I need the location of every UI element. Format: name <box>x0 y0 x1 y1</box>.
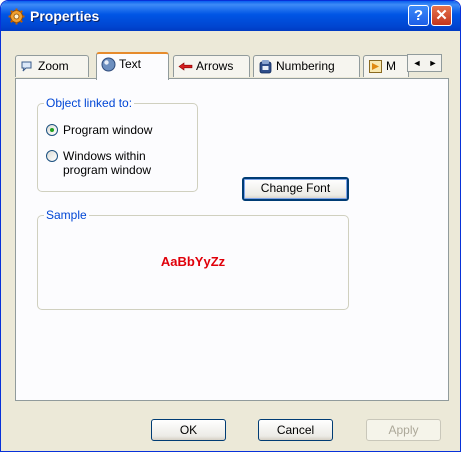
sample-preview-text: AaBbYyZz <box>160 254 226 269</box>
zoom-icon <box>21 61 32 72</box>
properties-dialog: Properties ? ✕ Zoom Text Arrows Numberin… <box>0 0 461 452</box>
tab-scroll-right-button[interactable]: ► <box>425 55 441 71</box>
tab-label-more: M <box>386 59 396 73</box>
tab-label-zoom: Zoom <box>38 59 69 73</box>
misc-icon <box>369 60 382 73</box>
close-button[interactable]: ✕ <box>431 5 452 26</box>
numbering-icon <box>259 60 272 74</box>
tab-text[interactable]: Text <box>96 52 169 80</box>
tab-zoom[interactable]: Zoom <box>15 55 89 77</box>
sample-legend: Sample <box>44 208 89 222</box>
tab-panel-text: Object linked to: Program window Windows… <box>15 78 449 401</box>
window-title: Properties <box>30 8 100 24</box>
tab-scroll-left-button[interactable]: ◄ <box>409 55 425 71</box>
tab-numbering[interactable]: Numbering <box>253 55 360 77</box>
help-button[interactable]: ? <box>408 5 429 26</box>
title-bar[interactable]: Properties ? ✕ <box>1 1 460 31</box>
tab-arrows[interactable]: Arrows <box>173 55 250 77</box>
tab-label-numbering: Numbering <box>276 59 335 73</box>
gear-icon <box>8 8 25 25</box>
text-icon <box>101 57 116 72</box>
radio-program-window-label: Program window <box>63 123 153 137</box>
cancel-button[interactable]: Cancel <box>258 419 333 441</box>
tab-scroll-arrows: ◄ ► <box>407 54 442 72</box>
ok-button[interactable]: OK <box>151 419 226 441</box>
sample-group: Sample AaBbYyZz <box>37 208 349 310</box>
tab-label-arrows[interactable]: Arrows <box>196 59 233 73</box>
object-linked-group: Object linked to: Program window Windows… <box>37 96 198 192</box>
object-linked-legend: Object linked to: <box>44 96 135 110</box>
radio-windows-within-label-line2: program window <box>63 163 152 177</box>
tab-label-text: Text <box>119 57 142 71</box>
arrow-icon <box>178 62 193 71</box>
tab-more[interactable]: M <box>363 55 409 77</box>
radio-windows-within-indicator[interactable] <box>46 150 58 162</box>
tab-strip: Zoom Text Arrows Numbering M <box>15 52 448 80</box>
apply-button[interactable]: Apply <box>366 419 441 441</box>
change-font-button[interactable]: Change Font <box>242 177 349 201</box>
radio-program-window-indicator[interactable] <box>46 124 58 136</box>
radio-windows-within-label-line1: Windows within <box>63 149 146 163</box>
